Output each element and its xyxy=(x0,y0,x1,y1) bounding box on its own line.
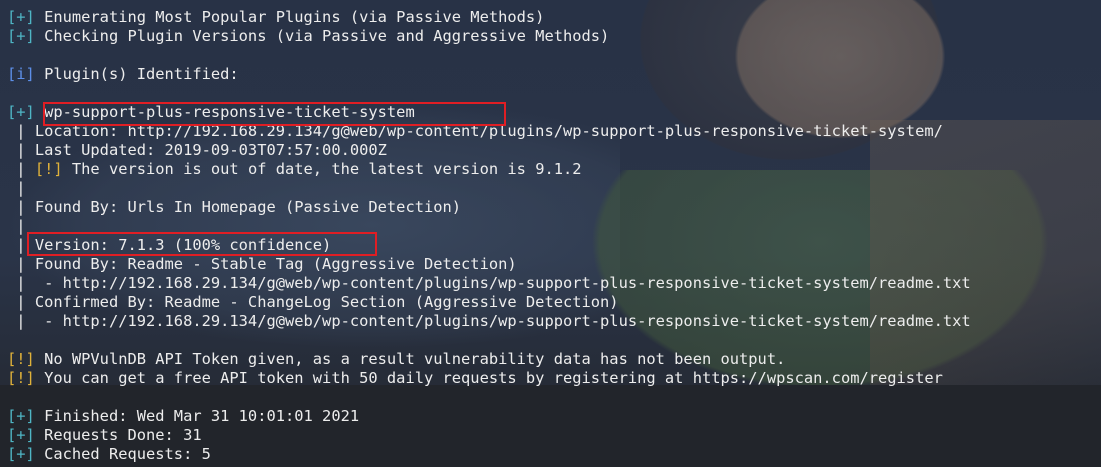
output-line-enum-plugins: [+] Enumerating Most Popular Plugins (vi… xyxy=(7,8,1101,27)
tree-pipe: | xyxy=(7,198,35,216)
output-line-free-token: [!] You can get a free API token with 50… xyxy=(7,369,1101,388)
terminal-output: [+] Enumerating Most Popular Plugins (vi… xyxy=(7,8,1101,464)
output-line-version: | Version: 7.1.3 (100% confidence) xyxy=(7,236,1101,255)
output-line-location: | Location: http://192.168.29.134/g@web/… xyxy=(7,122,1101,141)
tree-pipe: | xyxy=(7,236,35,254)
line-text: Confirmed By: Readme - ChangeLog Section… xyxy=(34,293,619,311)
line-text: Plugin(s) Identified: xyxy=(34,65,239,83)
output-line-finished: [+] Finished: Wed Mar 31 10:01:01 2021 xyxy=(7,407,1101,426)
line-text: Found By: Readme - Stable Tag (Aggressiv… xyxy=(34,255,517,273)
status-plus-marker: [+] xyxy=(7,8,35,26)
status-warning-marker: [!] xyxy=(7,350,35,368)
status-plus-marker: [+] xyxy=(7,27,35,45)
tree-pipe: | xyxy=(7,255,35,273)
line-text: Checking Plugin Versions (via Passive an… xyxy=(34,27,610,45)
output-line-check-versions: [+] Checking Plugin Versions (via Passiv… xyxy=(7,27,1101,46)
status-warning-marker: [!] xyxy=(34,160,63,178)
output-line-no-token: [!] No WPVulnDB API Token given, as a re… xyxy=(7,350,1101,369)
line-text: Found By: Urls In Homepage (Passive Dete… xyxy=(34,198,462,216)
line-text: - http://192.168.29.134/g@web/wp-content… xyxy=(34,312,971,330)
tree-pipe: | xyxy=(7,217,26,235)
line-text: No WPVulnDB API Token given, as a result… xyxy=(34,350,786,368)
status-plus-marker: [+] xyxy=(7,426,35,444)
tree-pipe: | xyxy=(7,160,35,178)
status-plus-marker: [+] xyxy=(7,445,35,463)
tree-pipe: | xyxy=(7,141,35,159)
line-text: You can get a free API token with 50 dai… xyxy=(34,369,943,387)
tree-pipe: | xyxy=(7,293,35,311)
tree-pipe: | xyxy=(7,122,35,140)
output-line-last-updated: | Last Updated: 2019-09-03T07:57:00.000Z xyxy=(7,141,1101,160)
status-plus-marker: [+] xyxy=(7,407,35,425)
status-warning-marker: [!] xyxy=(7,369,35,387)
output-line-found-by-readme: | Found By: Readme - Stable Tag (Aggress… xyxy=(7,255,1101,274)
line-text: The version is out of date, the latest v… xyxy=(62,160,582,178)
tree-pipe: | xyxy=(7,312,35,330)
status-info-marker: [i] xyxy=(7,65,35,83)
output-line-confirmed-by: | Confirmed By: Readme - ChangeLog Secti… xyxy=(7,293,1101,312)
line-text: Finished: Wed Mar 31 10:01:01 2021 xyxy=(34,407,360,425)
output-line-pipe: | xyxy=(7,179,1101,198)
tree-pipe: | xyxy=(7,179,26,197)
output-line-pipe: | xyxy=(7,217,1101,236)
output-line-requests-done: [+] Requests Done: 31 xyxy=(7,426,1101,445)
line-text: Requests Done: 31 xyxy=(34,426,202,444)
output-line-readme-url: | - http://192.168.29.134/g@web/wp-conte… xyxy=(7,274,1101,293)
plugin-name: wp-support-plus-responsive-ticket-system xyxy=(34,103,415,121)
output-line-found-by-urls: | Found By: Urls In Homepage (Passive De… xyxy=(7,198,1101,217)
line-text: Location: http://192.168.29.134/g@web/wp… xyxy=(34,122,943,140)
output-line-out-of-date: | [!] The version is out of date, the la… xyxy=(7,160,1101,179)
output-line-readme-url: | - http://192.168.29.134/g@web/wp-conte… xyxy=(7,312,1101,331)
plugin-version: Version: 7.1.3 (100% confidence) xyxy=(34,236,332,254)
line-text: Last Updated: 2019-09-03T07:57:00.000Z xyxy=(34,141,387,159)
terminal-window[interactable]: [+] Enumerating Most Popular Plugins (vi… xyxy=(0,0,1101,467)
line-text: Cached Requests: 5 xyxy=(34,445,211,463)
tree-pipe: | xyxy=(7,274,35,292)
line-text: - http://192.168.29.134/g@web/wp-content… xyxy=(34,274,971,292)
output-line-plugin-name: [+] wp-support-plus-responsive-ticket-sy… xyxy=(7,103,1101,122)
status-plus-marker: [+] xyxy=(7,103,35,121)
output-line-cached-requests: [+] Cached Requests: 5 xyxy=(7,445,1101,464)
output-line-identified: [i] Plugin(s) Identified: xyxy=(7,65,1101,84)
line-text: Enumerating Most Popular Plugins (via Pa… xyxy=(34,8,545,26)
